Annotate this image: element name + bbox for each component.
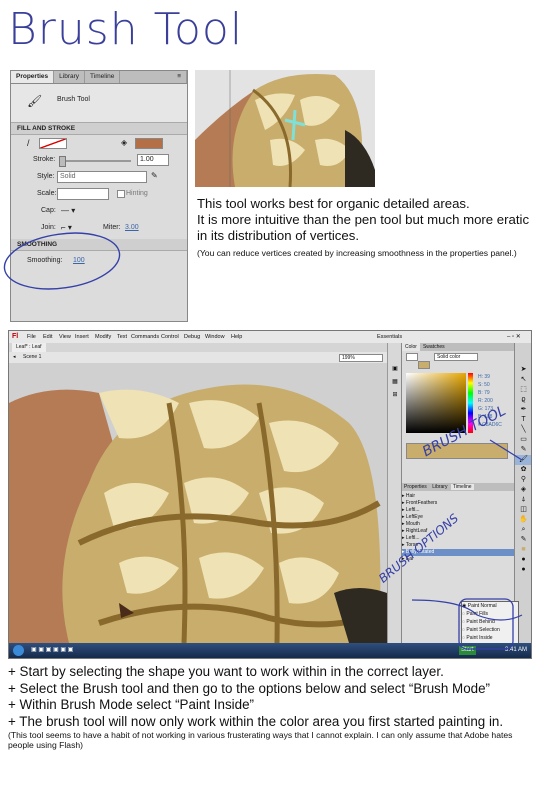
doc-tab[interactable]: Leaf* : Leaf <box>12 343 46 352</box>
menu-help[interactable]: Help <box>231 331 242 343</box>
menu-control[interactable]: Control <box>161 331 179 343</box>
tab-timeline[interactable]: Timeline <box>85 71 121 83</box>
style-label: Style: <box>37 173 55 180</box>
description: This tool works best for organic detaile… <box>197 196 537 258</box>
step-2: + Select the Brush tool and then go to t… <box>8 680 490 696</box>
tab-properties[interactable]: Properties <box>11 71 55 83</box>
subselect-tool-icon[interactable]: ↖ <box>515 375 531 385</box>
bucket-icon: ◈ <box>121 138 128 147</box>
scale-row: Scale: Hinting <box>11 186 187 203</box>
taskbar-app-icons[interactable]: ▣ ▣ ▣ ▣ ▣ ▣ <box>31 643 73 658</box>
leaf-artwork <box>195 70 375 187</box>
tool-header: 🖌 Brush Tool <box>11 84 187 123</box>
options-circle-annotation <box>458 598 514 650</box>
stroke-row: Stroke: 1.00 <box>11 152 187 169</box>
stage-artwork <box>9 363 387 643</box>
doc-tabbar: Leaf* : Leaf <box>9 343 399 352</box>
fill-swatch[interactable] <box>418 361 430 369</box>
brush-icon: 🖌 <box>27 94 43 108</box>
stroke-color-swatch[interactable] <box>39 138 67 149</box>
style-row: Style: Solid ✎ <box>11 169 187 186</box>
bri-value[interactable]: B: 79 <box>478 389 502 397</box>
scale-label: Scale: <box>37 190 57 197</box>
menu-insert[interactable]: Insert <box>75 331 89 343</box>
hue-value[interactable]: H: 39 <box>478 373 502 381</box>
step-4: + The brush tool will now only work with… <box>8 713 504 729</box>
taskbar: ▣ ▣ ▣ ▣ ▣ ▣ Start 3:41 AM <box>9 643 531 658</box>
tool-name: Brush Tool <box>57 96 90 103</box>
stroke-label: Stroke: <box>33 156 56 163</box>
page-title: Brush Tool <box>8 4 244 55</box>
menu-file[interactable]: File <box>27 331 36 343</box>
menu-modify[interactable]: Modify <box>95 331 111 343</box>
stroke-swatch[interactable] <box>406 353 418 361</box>
back-arrow-icon[interactable]: ◂ <box>13 352 16 363</box>
menu-commands[interactable]: Commands <box>131 331 159 343</box>
stroke-input[interactable]: 1.00 <box>137 154 169 166</box>
menu-edit[interactable]: Edit <box>43 331 52 343</box>
swatches-icon[interactable]: ▦ <box>388 378 402 385</box>
transform-tool-icon[interactable]: ⬚ <box>515 385 531 395</box>
sat-value[interactable]: S: 50 <box>478 381 502 389</box>
circle-annotation <box>3 232 121 290</box>
tab-swatches[interactable]: Swatches <box>420 343 448 351</box>
start-button[interactable] <box>13 645 24 656</box>
fill-color-swatch[interactable] <box>135 138 163 149</box>
flash-logo: Fl <box>12 333 19 340</box>
pencil-icon: / <box>27 138 30 148</box>
cap-row: Cap: — ▾ <box>11 203 187 220</box>
color-panel-tabs: Color Swatches <box>402 343 514 351</box>
footnote: (This tool seems to have a habit of not … <box>8 730 513 750</box>
hinting-checkbox[interactable] <box>117 190 125 198</box>
color-type-select[interactable]: Solid color <box>434 353 478 361</box>
window-controls[interactable]: – ▫ ✕ <box>507 331 521 343</box>
zoom-select[interactable]: 199% <box>339 354 383 362</box>
fill-stroke-header[interactable]: FILL AND STROKE <box>11 123 187 135</box>
edit-style-icon[interactable]: ✎ <box>151 171 158 180</box>
hinting-label: Hinting <box>126 190 148 197</box>
step-3: + Within Brush Mode select “Paint Inside… <box>8 697 254 712</box>
description-note: (You can reduce vertices created by incr… <box>197 248 517 258</box>
menu-debug[interactable]: Debug <box>184 331 200 343</box>
scene-label: Scene 1 <box>23 354 42 360</box>
stroke-slider[interactable] <box>61 160 131 162</box>
color-row: / ◈ <box>11 135 187 152</box>
style-select[interactable]: Solid <box>57 171 147 183</box>
menu-window[interactable]: Window <box>205 331 225 343</box>
color-icon[interactable]: ▣ <box>388 365 402 372</box>
selection-tool-icon[interactable]: ➤ <box>515 365 531 375</box>
workspace-switcher[interactable]: Essentials <box>377 331 402 343</box>
panel-menu-icon[interactable]: ≡ <box>172 71 187 83</box>
scale-select[interactable] <box>57 188 109 200</box>
tab-color[interactable]: Color <box>402 343 420 351</box>
panel-tabs: Properties Library Timeline ≡ <box>11 71 187 84</box>
menu-view[interactable]: View <box>59 331 71 343</box>
cap-label: Cap: <box>41 207 56 214</box>
tab-library[interactable]: Library <box>54 71 86 83</box>
menu-text[interactable]: Text <box>117 331 127 343</box>
description-line-1: This tool works best for organic detaile… <box>197 196 470 211</box>
stage[interactable] <box>9 363 387 643</box>
artwork-preview <box>195 70 375 187</box>
stroke-slider-handle[interactable] <box>59 156 66 167</box>
instructions: + Start by selecting the shape you want … <box>8 664 538 750</box>
cap-select[interactable]: — ▾ <box>61 206 75 215</box>
align-icon[interactable]: ⊞ <box>388 391 402 398</box>
step-1: + Start by selecting the shape you want … <box>8 664 444 679</box>
description-line-2: It is more intuitive than the pen tool b… <box>197 212 530 243</box>
